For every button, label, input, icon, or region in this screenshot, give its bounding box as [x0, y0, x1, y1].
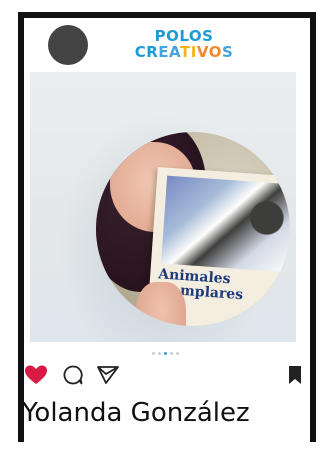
send-icon[interactable]	[96, 364, 120, 390]
avatar[interactable]	[48, 25, 88, 65]
carousel-dot[interactable]	[176, 352, 179, 355]
carousel-dot[interactable]	[152, 352, 155, 355]
brand-logo: POLOS CREATIVOS	[124, 28, 244, 60]
post-image[interactable]: Animales ejemplares	[30, 72, 296, 342]
carousel-dot[interactable]	[158, 352, 161, 355]
comment-icon[interactable]	[62, 364, 84, 390]
profile-photo: Animales ejemplares	[96, 132, 290, 326]
brand-line1: POLOS	[154, 27, 214, 45]
carousel-indicator	[152, 352, 179, 355]
carousel-dot[interactable]	[164, 352, 167, 355]
brand-line2: CREATIVOS	[134, 43, 234, 61]
carousel-dot[interactable]	[170, 352, 173, 355]
action-bar	[24, 364, 304, 390]
bookmark-icon[interactable]	[286, 364, 304, 390]
heart-icon[interactable]	[24, 364, 48, 390]
author-name: Yolanda González	[22, 398, 250, 428]
